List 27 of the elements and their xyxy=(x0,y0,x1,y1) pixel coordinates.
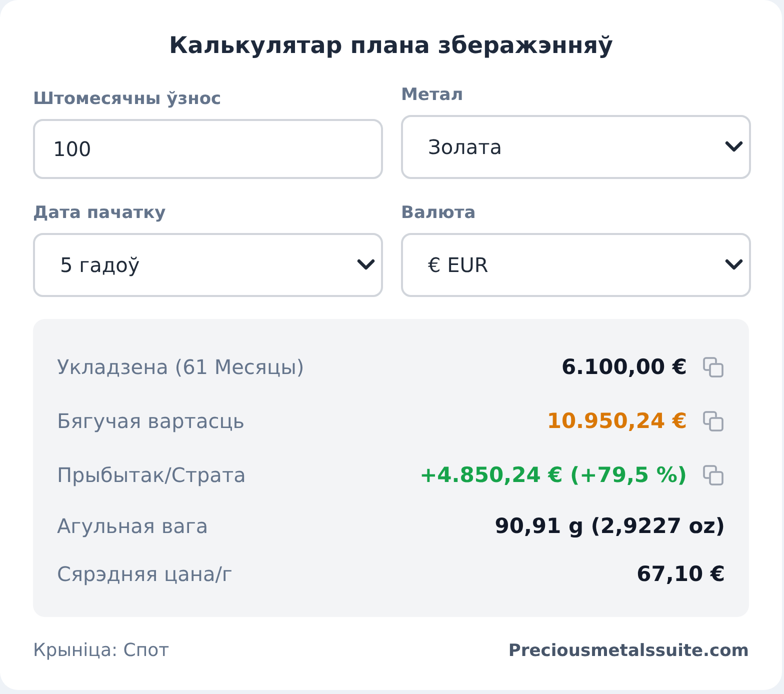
site-link[interactable]: Preciousmetalssuite.com xyxy=(508,639,749,663)
result-label: Прыбытак/Страта xyxy=(57,463,246,487)
field-label: Штомесячны ўзнос xyxy=(33,88,222,110)
chevron-icon xyxy=(725,141,743,153)
result-value: 67,10 € xyxy=(636,562,725,586)
chevron-icon xyxy=(725,259,743,271)
copy-icon[interactable] xyxy=(701,409,725,433)
chevron-icon xyxy=(357,259,375,271)
dropdown-select[interactable]: 5 гадоў xyxy=(33,233,383,297)
field-label: Валюта xyxy=(401,202,476,224)
copy-icon[interactable] xyxy=(701,355,725,379)
text-input[interactable]: 100 xyxy=(33,119,383,179)
result-value: 6.100,00 € xyxy=(561,355,687,379)
result-value: 10.950,24 € xyxy=(546,409,687,433)
dropdown-select[interactable]: Золата xyxy=(401,115,751,179)
calculator-title: Калькулятар плана зберажэнняў xyxy=(168,32,614,61)
field-label: Метал xyxy=(401,84,464,106)
copy-icon[interactable] xyxy=(701,463,725,487)
result-label: Бягучая вартасць xyxy=(57,409,245,433)
source-text: Крыніца: Спот xyxy=(33,639,170,663)
result-value: 90,91 g (2,9227 oz) xyxy=(494,514,725,538)
dropdown-select[interactable]: € EUR xyxy=(401,233,751,297)
result-value: +4.850,24 € (+79,5 %) xyxy=(420,463,687,487)
field-label: Дата пачатку xyxy=(33,202,166,224)
result-label: Агульная вага xyxy=(57,514,208,538)
result-label: Укладзена (61 Месяцы) xyxy=(57,355,304,379)
result-label: Сярэдняя цана/г xyxy=(57,562,232,586)
